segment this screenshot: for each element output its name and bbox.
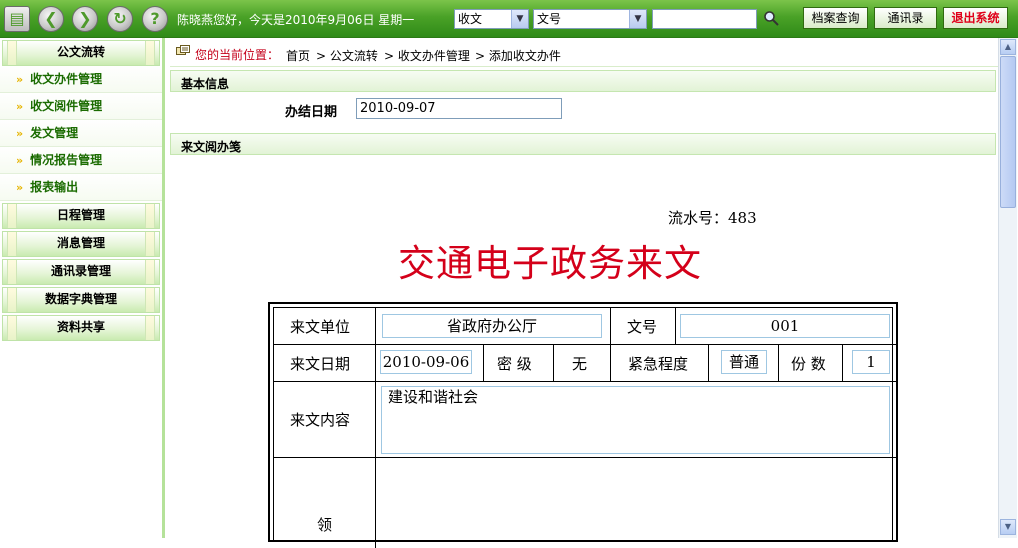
document-icon[interactable]: ▤ [4, 6, 30, 32]
urgency-label: 紧急程度 [628, 355, 689, 373]
scrollbar-thumb[interactable] [1000, 56, 1016, 208]
document-number-field[interactable]: 001 [680, 314, 890, 338]
sender-field[interactable]: 省政府办公厅 [382, 314, 602, 338]
top-toolbar: ▤ ❮ ❯ ↻ ? 陈晓燕您好，今天是2010年9月06日 星期一 收文 ▼ 文… [0, 0, 1018, 38]
sidebar-item-label: 报表输出 [30, 180, 79, 194]
breadcrumb-label: 您的当前位置： [195, 48, 280, 62]
document-title: 交通电子政务来文 [398, 242, 702, 285]
sidebar-section-address-book[interactable]: 通讯录管理 [2, 259, 160, 285]
column-divider [675, 308, 676, 344]
column-divider [708, 344, 709, 381]
sidebar-section-messages[interactable]: 消息管理 [2, 231, 160, 257]
location-icon [176, 45, 190, 55]
column-divider [778, 344, 779, 381]
field-select[interactable]: 文号 ▼ [533, 9, 647, 29]
double-chevron-icon: » [16, 100, 24, 113]
column-divider [842, 344, 843, 381]
receipt-form-table: 来文单位 省政府办公厅 文号 001 来文日期 2010-09-06 密 级 无… [268, 302, 898, 548]
finish-date-field[interactable]: 2010-09-07 [356, 98, 562, 119]
document-number-label: 文号 [627, 318, 658, 336]
sidebar-item-status-report[interactable]: » 情况报告管理 [0, 147, 162, 174]
sidebar-item-label: 情况报告管理 [30, 153, 103, 167]
breadcrumb-document-flow[interactable]: > 公文流转 [316, 47, 378, 64]
double-chevron-icon: » [16, 127, 24, 140]
receipt-date-field[interactable]: 2010-09-06 [380, 350, 472, 374]
main-content: 您的当前位置： 首页 > 公文流转 > 收文办件管理 > 添加收文办件 基本信息… [170, 38, 998, 548]
sidebar-section-data-dictionary[interactable]: 数据字典管理 [2, 287, 160, 313]
column-divider [375, 308, 376, 548]
content-textarea[interactable]: 建设和谐社会 [381, 386, 890, 454]
archive-search-button[interactable]: 档案查询 [803, 7, 868, 29]
chevron-down-icon[interactable]: ▼ [629, 10, 646, 28]
back-arrow-icon[interactable]: ❮ [38, 6, 64, 32]
sidebar: 公文流转 » 收文办件管理 » 收文阅件管理 » 发文管理 » 情况报告管理 » 报表输出… [0, 38, 165, 538]
column-divider [483, 344, 484, 381]
help-icon[interactable]: ? [142, 6, 168, 32]
urgency-field[interactable]: 普通 [721, 350, 767, 374]
leader-label: 领 [317, 516, 333, 534]
copies-label: 份 数 [791, 355, 826, 373]
secrecy-label: 密 级 [497, 355, 532, 373]
column-divider [610, 308, 611, 381]
scroll-up-icon[interactable]: ▲ [1000, 39, 1016, 55]
column-divider [553, 344, 554, 381]
search-icon[interactable] [763, 10, 779, 26]
sidebar-section-resource-sharing[interactable]: 资料共享 [2, 315, 160, 341]
section-header-receipt-form: 来文阅办笺 [170, 133, 996, 155]
exit-system-button[interactable]: 退出系统 [943, 7, 1008, 29]
contacts-button[interactable]: 通讯录 [874, 7, 937, 29]
breadcrumb-incoming-handle[interactable]: > 收文办件管理 [384, 47, 470, 64]
double-chevron-icon: » [16, 181, 24, 194]
sidebar-item-report-output[interactable]: » 报表输出 [0, 174, 162, 201]
search-input[interactable] [652, 9, 757, 29]
double-chevron-icon: » [16, 154, 24, 167]
sidebar-section-document-flow[interactable]: 公文流转 [2, 40, 160, 66]
sidebar-item-outgoing[interactable]: » 发文管理 [0, 120, 162, 147]
sidebar-item-label: 收文办件管理 [30, 72, 103, 86]
field-select-value: 文号 [537, 12, 562, 26]
scroll-down-icon[interactable]: ▼ [1000, 519, 1016, 535]
sidebar-item-label: 收文阅件管理 [30, 99, 103, 113]
receipt-form-grid: 来文单位 省政府办公厅 文号 001 来文日期 2010-09-06 密 级 无… [273, 307, 896, 548]
sidebar-section-schedule[interactable]: 日程管理 [2, 203, 160, 229]
breadcrumb-add-incoming: > 添加收文办件 [475, 49, 561, 63]
type-select[interactable]: 收文 ▼ [454, 9, 529, 29]
vertical-scrollbar[interactable]: ▲ ▼ [998, 38, 1017, 538]
secrecy-value[interactable]: 无 [572, 353, 587, 374]
type-select-value: 收文 [458, 12, 483, 26]
sender-label: 来文单位 [290, 318, 351, 336]
finish-date-label: 办结日期 [285, 105, 338, 120]
sidebar-item-incoming-handle[interactable]: » 收文办件管理 [0, 66, 162, 93]
double-chevron-icon: » [16, 73, 24, 86]
sidebar-item-label: 发文管理 [30, 126, 79, 140]
breadcrumb-home[interactable]: 首页 [286, 47, 310, 64]
row-divider [274, 457, 896, 458]
row-divider [274, 381, 896, 382]
receipt-date-label: 来文日期 [290, 355, 351, 373]
greeting-text: 陈晓燕您好，今天是2010年9月06日 星期一 [177, 13, 415, 27]
forward-arrow-icon[interactable]: ❯ [72, 6, 98, 32]
section-title: 来文阅办笺 [181, 140, 242, 154]
section-title: 基本信息 [181, 77, 230, 91]
serial-number: 流水号：483 [668, 209, 757, 227]
section-header-basic-info: 基本信息 [170, 70, 996, 92]
copies-field[interactable]: 1 [852, 350, 890, 374]
content-label: 来文内容 [290, 411, 351, 429]
sidebar-item-incoming-read[interactable]: » 收文阅件管理 [0, 93, 162, 120]
row-divider [274, 344, 896, 345]
refresh-icon[interactable]: ↻ [107, 6, 133, 32]
breadcrumb: 您的当前位置： 首页 > 公文流转 > 收文办件管理 > 添加收文办件 [170, 38, 998, 67]
chevron-down-icon[interactable]: ▼ [511, 10, 528, 28]
